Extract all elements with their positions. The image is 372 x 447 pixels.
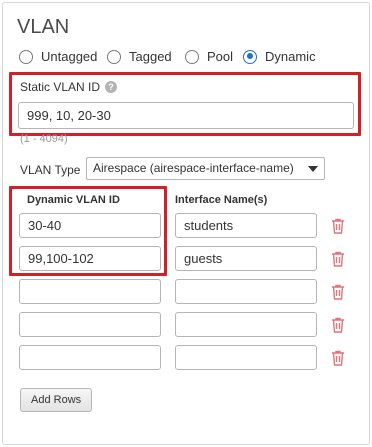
dynamic-vlan-id-input[interactable]	[19, 246, 161, 271]
radio-label-tagged: Tagged	[129, 49, 172, 64]
column-header-dynamic-vlan-id: Dynamic VLAN ID	[27, 194, 120, 206]
radio-circle-dynamic[interactable]	[243, 49, 257, 64]
interface-name-input[interactable]	[175, 312, 317, 337]
chevron-down-icon	[308, 166, 318, 172]
trash-icon[interactable]	[331, 284, 345, 300]
radio-pool[interactable]: Pool	[185, 49, 233, 64]
radio-label-dynamic: Dynamic	[265, 49, 316, 64]
radio-circle-untagged[interactable]	[19, 49, 33, 64]
radio-label-pool: Pool	[207, 49, 234, 64]
radio-label-untagged: Untagged	[41, 49, 98, 64]
trash-icon[interactable]	[331, 251, 345, 267]
vlan-type-selected: Airespace (airespace-interface-name)	[93, 161, 294, 175]
dynamic-vlan-id-input[interactable]	[19, 345, 161, 370]
vlan-type-select[interactable]: Airespace (airespace-interface-name)	[86, 157, 325, 180]
dynamic-vlan-id-input[interactable]	[19, 213, 161, 238]
interface-name-input[interactable]	[175, 279, 317, 304]
radio-untagged[interactable]: Untagged	[19, 49, 97, 64]
static-vlan-label-wrap: Static VLAN ID?	[20, 80, 118, 94]
radio-circle-tagged[interactable]	[107, 49, 121, 64]
vlan-type-label: VLAN Type	[20, 163, 81, 177]
dynamic-vlan-id-input[interactable]	[19, 279, 161, 304]
radio-circle-pool[interactable]	[185, 49, 199, 64]
interface-name-input[interactable]	[175, 246, 317, 271]
radio-dynamic[interactable]: Dynamic	[243, 49, 316, 64]
interface-name-input[interactable]	[175, 345, 317, 370]
static-vlan-range-hint: (1 - 4094)	[20, 133, 68, 145]
column-header-interface-names: Interface Name(s)	[175, 194, 268, 206]
question-icon[interactable]: ?	[105, 81, 118, 93]
static-vlan-id-input[interactable]	[18, 102, 354, 129]
trash-icon[interactable]	[331, 317, 345, 333]
trash-icon[interactable]	[331, 350, 345, 366]
static-vlan-label: Static VLAN ID	[20, 80, 101, 94]
section-title: VLAN	[17, 16, 70, 38]
dynamic-vlan-id-input[interactable]	[19, 312, 161, 337]
add-rows-button[interactable]: Add Rows	[20, 388, 93, 412]
interface-name-input[interactable]	[175, 213, 317, 238]
radio-tagged[interactable]: Tagged	[107, 49, 172, 64]
trash-icon[interactable]	[331, 218, 345, 234]
